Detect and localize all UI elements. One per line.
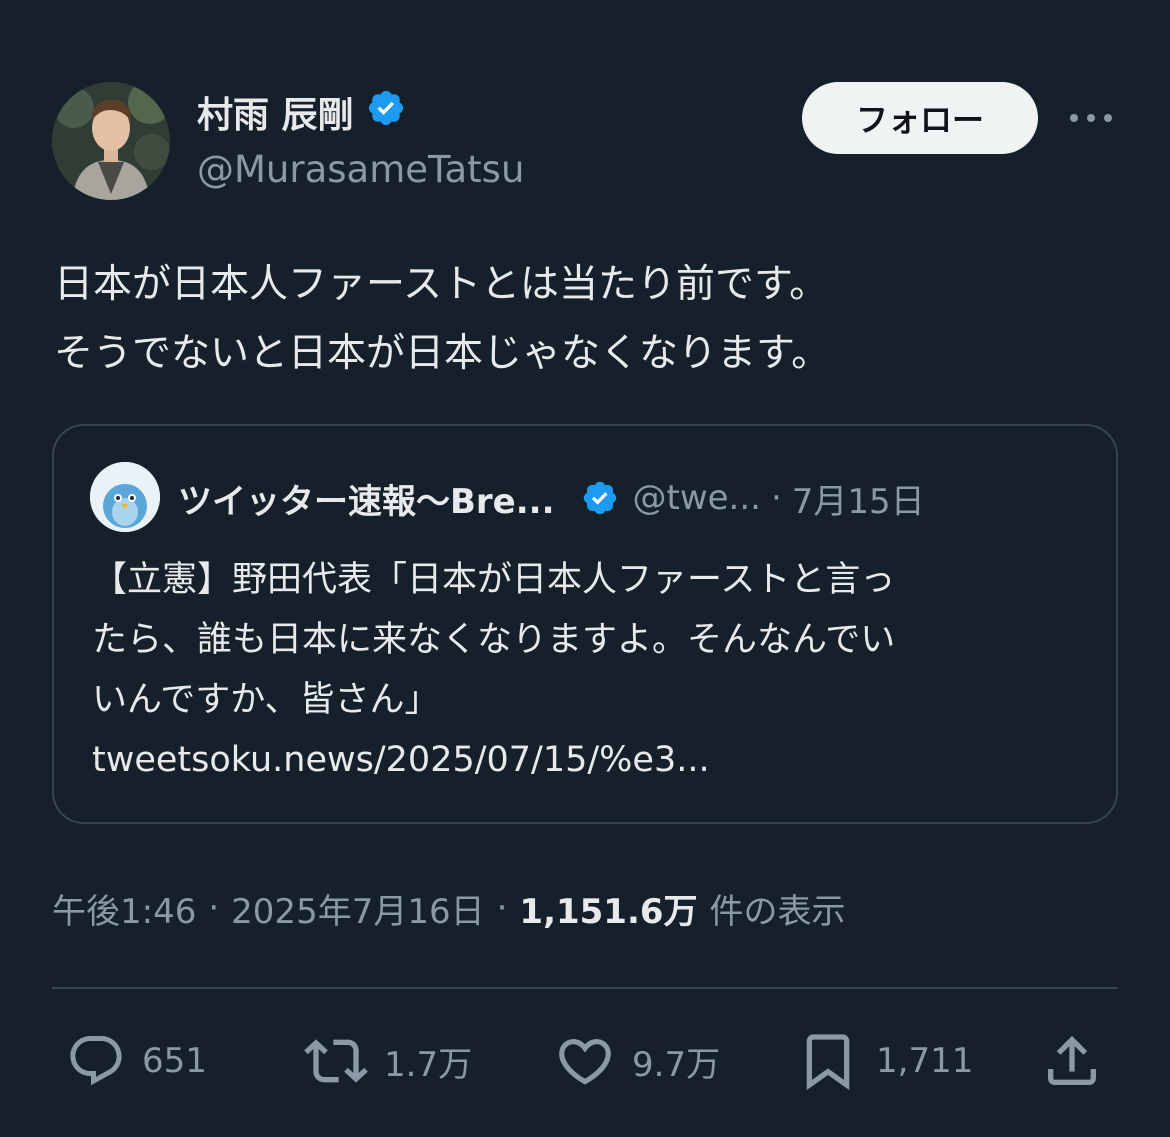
quoted-text-line: いんですか、皆さん」: [92, 680, 440, 720]
views-count[interactable]: 1,151.6万: [519, 884, 697, 933]
tweet-time[interactable]: 午後1:46: [52, 884, 196, 933]
author-display-name[interactable]: 村雨 辰剛: [197, 86, 354, 138]
quoted-text-line: 【立憲】野田代表「日本が日本人ファーストと言っ: [92, 560, 896, 600]
quoted-tweet-card[interactable]: ツイッター速報〜Bre... @twe... · 7月15日 【立憲】野田代表「…: [52, 424, 1118, 824]
tweet-text-line: そうでないと日本が日本じゃなくなります。: [54, 331, 831, 376]
quoted-tweet-text: 【立憲】野田代表「日本が日本人ファーストと言っ たら、誰も日本に来なくなりますよ…: [92, 550, 1092, 790]
meta-separator: ·: [208, 888, 220, 928]
divider: [52, 987, 1118, 989]
quoted-author-name[interactable]: ツイッター速報〜Bre...: [178, 474, 555, 523]
author-name-row[interactable]: 村雨 辰剛: [197, 88, 406, 136]
quoted-author-handle[interactable]: @twe...: [633, 478, 761, 518]
quoted-text-line: たら、誰も日本に来なくなりますよ。そんなんでい: [92, 620, 896, 660]
repost-button[interactable]: 1.7万: [304, 1030, 472, 1092]
like-button[interactable]: 9.7万: [554, 1030, 720, 1092]
tweet-meta: 午後1:46 · 2025年7月16日 · 1,151.6万 件の表示: [52, 882, 846, 934]
reply-button[interactable]: 651: [66, 1030, 207, 1092]
share-button[interactable]: [1040, 1030, 1104, 1092]
meta-separator: ·: [496, 888, 508, 928]
bookmark-icon: [796, 1029, 860, 1093]
tweet-page: 村雨 辰剛 @MurasameTatsu フォロー 日本が日本人ファーストとは当…: [0, 0, 1170, 1137]
tweet-text: 日本が日本人ファーストとは当たり前です。 そうでないと日本が日本じゃなくなります…: [54, 250, 1124, 388]
repost-count: 1.7万: [384, 1044, 473, 1085]
bookmark-count: 1,711: [876, 1041, 974, 1081]
verified-badge-icon: [366, 88, 406, 137]
tweet-date[interactable]: 2025年7月16日: [231, 884, 484, 933]
quoted-date[interactable]: 7月15日: [792, 474, 925, 523]
views-label: 件の表示: [709, 891, 846, 932]
quoted-separator: ·: [770, 478, 782, 518]
author-avatar[interactable]: [52, 82, 170, 200]
author-handle[interactable]: @MurasameTatsu: [197, 148, 524, 191]
share-icon: [1040, 1029, 1104, 1093]
tweet-text-line: 日本が日本人ファーストとは当たり前です。: [54, 262, 829, 307]
verified-badge-icon: [581, 479, 619, 517]
bookmark-button[interactable]: 1,711: [796, 1030, 973, 1092]
reply-count: 651: [142, 1041, 207, 1081]
heart-icon: [554, 1030, 616, 1092]
quoted-tweet-header: ツイッター速報〜Bre... @twe... · 7月15日: [178, 470, 1078, 526]
quoted-link[interactable]: tweetsoku.news/2025/07/15/%e3...: [92, 730, 1092, 790]
reply-icon: [66, 1031, 126, 1091]
quoted-author-avatar[interactable]: [90, 462, 160, 532]
follow-button[interactable]: フォロー: [802, 82, 1038, 154]
repost-icon: [304, 1029, 368, 1093]
more-icon[interactable]: [1066, 100, 1116, 136]
like-count: 9.7万: [632, 1044, 721, 1085]
